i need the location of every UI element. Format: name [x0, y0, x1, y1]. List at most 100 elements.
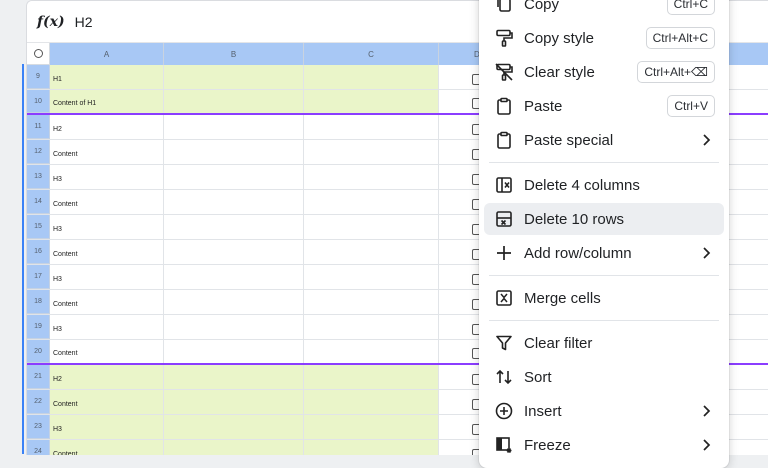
cell-c[interactable] [304, 315, 439, 339]
row-header[interactable]: 20 [27, 340, 50, 363]
copy-icon [493, 0, 515, 15]
chevron-right-icon [702, 438, 712, 452]
cell-c[interactable] [304, 90, 439, 113]
cell-c[interactable] [304, 290, 439, 314]
selection-left-edge [22, 64, 24, 454]
cell-a[interactable]: Content [50, 440, 164, 455]
cell-a[interactable]: H2 [50, 115, 164, 139]
filter-icon [493, 332, 515, 354]
cell-b[interactable] [164, 290, 304, 314]
cell-a[interactable]: H3 [50, 415, 164, 439]
cell-b[interactable] [164, 165, 304, 189]
cell-b[interactable] [164, 365, 304, 389]
row-header[interactable]: 22 [27, 390, 50, 414]
row-header[interactable]: 11 [27, 115, 50, 139]
menu-item-freeze[interactable]: Freeze [484, 429, 724, 461]
cell-c[interactable] [304, 240, 439, 264]
row-header[interactable]: 16 [27, 240, 50, 264]
cell-a[interactable]: Content [50, 290, 164, 314]
row-header[interactable]: 23 [27, 415, 50, 439]
column-header-c[interactable]: C [304, 43, 439, 65]
row-header[interactable]: 12 [27, 140, 50, 164]
cell-a[interactable]: Content [50, 240, 164, 264]
cell-b[interactable] [164, 315, 304, 339]
shortcut-badge: Ctrl+C [666, 0, 715, 15]
cell-c[interactable] [304, 165, 439, 189]
cell-b[interactable] [164, 415, 304, 439]
column-header-a[interactable]: A [50, 43, 164, 65]
cell-a[interactable]: Content [50, 340, 164, 363]
cell-c[interactable] [304, 265, 439, 289]
chevron-right-icon [702, 246, 712, 260]
row-header[interactable]: 14 [27, 190, 50, 214]
menu-item-clear-filter[interactable]: Clear filter [484, 327, 724, 359]
cell-b[interactable] [164, 390, 304, 414]
cell-c[interactable] [304, 440, 439, 455]
menu-item-clear-style[interactable]: Clear style Ctrl+Alt+⌫ [484, 56, 724, 88]
menu-item-paste[interactable]: Paste Ctrl+V [484, 90, 724, 122]
row-header[interactable]: 15 [27, 215, 50, 239]
sort-icon [493, 366, 515, 388]
row-header[interactable]: 13 [27, 165, 50, 189]
shortcut-badge: Ctrl+Alt+⌫ [637, 61, 715, 83]
menu-item-sort[interactable]: Sort [484, 361, 724, 393]
cell-c[interactable] [304, 65, 439, 89]
cell-b[interactable] [164, 90, 304, 113]
cell-b[interactable] [164, 240, 304, 264]
menu-item-copy-style[interactable]: Copy style Ctrl+Alt+C [484, 22, 724, 54]
row-header[interactable]: 9 [27, 65, 50, 89]
cell-b[interactable] [164, 215, 304, 239]
row-header[interactable]: 19 [27, 315, 50, 339]
cell-b[interactable] [164, 265, 304, 289]
cell-a[interactable]: H3 [50, 315, 164, 339]
cell-c[interactable] [304, 365, 439, 389]
row-header[interactable]: 10 [27, 90, 50, 113]
select-all-corner[interactable] [27, 43, 50, 65]
clipboard-icon [493, 95, 515, 117]
cell-a[interactable]: H2 [50, 365, 164, 389]
menu-item-copy[interactable]: Copy Ctrl+C [484, 0, 724, 20]
row-header[interactable]: 24 [27, 440, 50, 455]
cell-c[interactable] [304, 215, 439, 239]
menu-item-delete-columns[interactable]: Delete 4 columns [484, 169, 724, 201]
cell-a[interactable]: H3 [50, 215, 164, 239]
cell-b[interactable] [164, 340, 304, 363]
menu-divider [489, 275, 719, 276]
clipboard-icon [493, 129, 515, 151]
menu-divider [489, 320, 719, 321]
menu-item-label: Delete 4 columns [524, 176, 640, 194]
formula-input[interactable]: H2 [75, 14, 93, 30]
row-header[interactable]: 18 [27, 290, 50, 314]
shortcut-badge: Ctrl+V [667, 95, 715, 117]
context-menu: Copy Ctrl+C Copy style Ctrl+Alt+C Clear … [479, 0, 729, 468]
cell-b[interactable] [164, 65, 304, 89]
menu-item-insert[interactable]: Insert [484, 395, 724, 427]
menu-item-paste-special[interactable]: Paste special [484, 124, 724, 156]
cell-a[interactable]: H3 [50, 165, 164, 189]
menu-item-label: Sort [524, 368, 552, 386]
cell-b[interactable] [164, 115, 304, 139]
cell-b[interactable] [164, 190, 304, 214]
cell-c[interactable] [304, 390, 439, 414]
menu-item-add-row-column[interactable]: Add row/column [484, 237, 724, 269]
cell-a[interactable]: Content [50, 190, 164, 214]
menu-item-delete-rows[interactable]: Delete 10 rows [484, 203, 724, 235]
cell-a[interactable]: Content [50, 390, 164, 414]
cell-a[interactable]: Content of H1 [50, 90, 164, 113]
cell-b[interactable] [164, 140, 304, 164]
cell-a[interactable]: Content [50, 140, 164, 164]
menu-item-merge-cells[interactable]: Merge cells [484, 282, 724, 314]
plus-icon [493, 242, 515, 264]
column-header-b[interactable]: B [164, 43, 304, 65]
cell-c[interactable] [304, 115, 439, 139]
cell-c[interactable] [304, 415, 439, 439]
cell-a[interactable]: H3 [50, 265, 164, 289]
row-header[interactable]: 17 [27, 265, 50, 289]
menu-item-label: Paste [524, 97, 563, 115]
cell-c[interactable] [304, 340, 439, 363]
row-header[interactable]: 21 [27, 365, 50, 389]
cell-c[interactable] [304, 190, 439, 214]
cell-b[interactable] [164, 440, 304, 455]
cell-a[interactable]: H1 [50, 65, 164, 89]
cell-c[interactable] [304, 140, 439, 164]
